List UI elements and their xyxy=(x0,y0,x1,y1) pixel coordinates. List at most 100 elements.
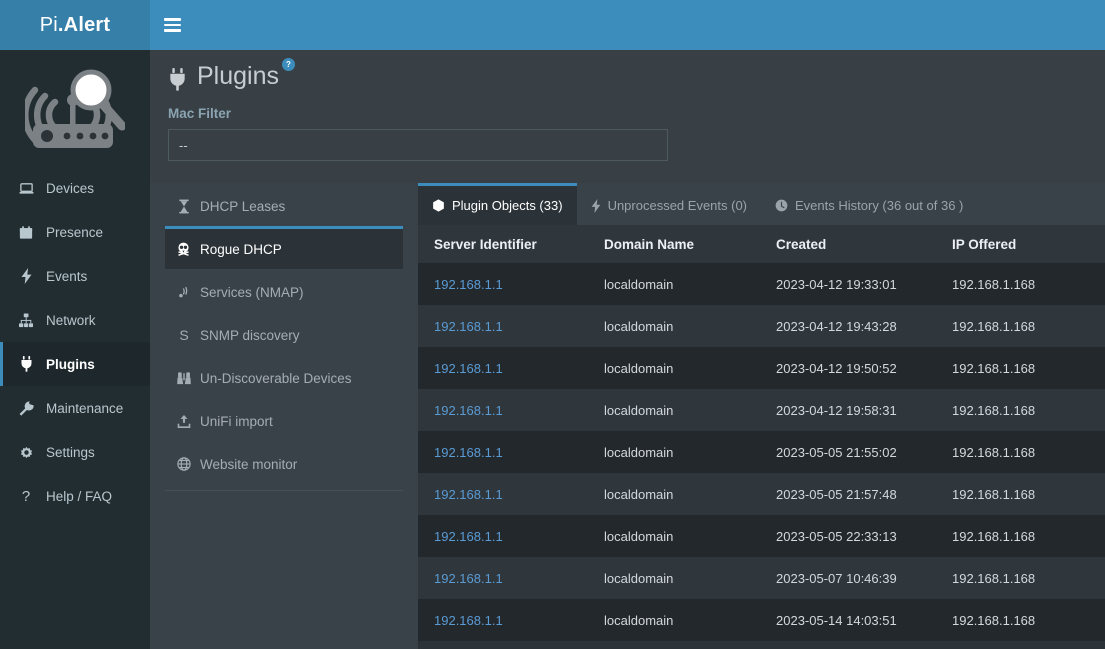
sitemap-icon xyxy=(17,313,35,328)
table-row[interactable]: 192.168.1.1 localdomain 2023-05-14 14:03… xyxy=(418,599,1105,641)
table-row[interactable]: 192.168.1.1 localdomain 2023-04-12 19:33… xyxy=(418,263,1105,305)
table-row[interactable]: 192.168.1.1 localdomain 2023-04-12 19:43… xyxy=(418,305,1105,347)
table-row[interactable]: 192.168.1.1 localdomain 2023-05-05 21:55… xyxy=(418,431,1105,473)
plugin-item-snmp-discovery[interactable]: S SNMP discovery xyxy=(165,312,403,355)
plugin-item-services-nmap[interactable]: Services (NMAP) xyxy=(165,269,403,312)
mac-filter-select[interactable]: -- xyxy=(168,129,668,161)
cell-created: 2023-05-05 21:57:48 xyxy=(760,473,936,515)
sidebar-item-label: Settings xyxy=(46,445,95,460)
column-header-server-identifier[interactable]: Server Identifier xyxy=(418,225,588,263)
tab-plugin-objects[interactable]: Plugin Objects (33) xyxy=(418,183,577,225)
gear-icon xyxy=(17,445,35,460)
sidebar: Devices Presence Events xyxy=(0,50,150,649)
table-scroll-area: Server Identifier Domain Name Created IP… xyxy=(418,225,1105,649)
body-row: Devices Presence Events xyxy=(0,50,1105,649)
cell-server-identifier[interactable]: 192.168.1.1 xyxy=(418,305,588,347)
plugin-item-un-discoverable-devices[interactable]: Un-Discoverable Devices xyxy=(165,355,403,398)
mac-filter-value: -- xyxy=(179,138,188,153)
cell-server-identifier[interactable]: 192.168.1.1 xyxy=(418,389,588,431)
cell-server-identifier[interactable]: 192.168.1.1 xyxy=(418,263,588,305)
page-header: Plugins ? xyxy=(150,50,1105,106)
plugin-item-rogue-dhcp[interactable]: Rogue DHCP xyxy=(165,226,403,269)
table-row[interactable]: 192.168.1.1 localdomain 2023-04-12 19:50… xyxy=(418,347,1105,389)
s-letter-icon: S xyxy=(175,327,192,343)
calendar-icon xyxy=(17,225,35,240)
panels-row: DHCP Leases Rogue DHCP Services (NMAP) xyxy=(150,183,1105,649)
cell-server-identifier[interactable]: 192.168.1.1 xyxy=(418,347,588,389)
cell-ip-offered: 192.168.1.168 xyxy=(936,305,1105,347)
cube-icon xyxy=(432,199,445,212)
cell-server-identifier[interactable]: 192.168.1.1 xyxy=(418,557,588,599)
sidebar-item-label: Devices xyxy=(46,181,94,196)
cell-domain-name: localdomain xyxy=(588,263,760,305)
binoculars-icon xyxy=(175,371,192,386)
laptop-icon xyxy=(17,181,35,196)
plugin-objects-table: Server Identifier Domain Name Created IP… xyxy=(418,225,1105,641)
mac-filter-group: Mac Filter -- xyxy=(150,106,1105,161)
table-row[interactable]: 192.168.1.1 localdomain 2023-05-07 10:46… xyxy=(418,557,1105,599)
table-row[interactable]: 192.168.1.1 localdomain 2023-05-05 22:33… xyxy=(418,515,1105,557)
cell-domain-name: localdomain xyxy=(588,599,760,641)
plugin-item-label: UniFi import xyxy=(200,414,273,429)
hamburger-menu-icon[interactable] xyxy=(150,0,194,50)
column-header-ip-offered[interactable]: IP Offered xyxy=(936,225,1105,263)
broadcast-icon xyxy=(175,285,192,300)
cell-server-identifier[interactable]: 192.168.1.1 xyxy=(418,431,588,473)
sidebar-item-maintenance[interactable]: Maintenance xyxy=(0,386,150,430)
plugin-item-dhcp-leases[interactable]: DHCP Leases xyxy=(165,183,403,226)
cell-server-identifier[interactable]: 192.168.1.1 xyxy=(418,515,588,557)
bolt-icon xyxy=(591,199,601,213)
sidebar-item-events[interactable]: Events xyxy=(0,254,150,298)
sidebar-item-label: Presence xyxy=(46,225,103,240)
column-header-created[interactable]: Created xyxy=(760,225,936,263)
cell-ip-offered: 192.168.1.168 xyxy=(936,431,1105,473)
plugin-item-label: SNMP discovery xyxy=(200,328,300,343)
sidebar-item-label: Plugins xyxy=(46,357,95,372)
plugin-item-label: Rogue DHCP xyxy=(200,242,282,257)
brand-prefix: Pi xyxy=(40,14,58,37)
tab-events-history[interactable]: Events History (36 out of 36 ) xyxy=(761,183,977,225)
sidebar-item-label: Events xyxy=(46,269,87,284)
cell-domain-name: localdomain xyxy=(588,305,760,347)
upload-icon xyxy=(175,414,192,429)
sidebar-item-label: Help / FAQ xyxy=(46,489,112,504)
plugin-item-label: Un-Discoverable Devices xyxy=(200,371,352,386)
plugin-list-divider xyxy=(165,490,403,491)
sidebar-item-network[interactable]: Network xyxy=(0,298,150,342)
tab-unprocessed-events[interactable]: Unprocessed Events (0) xyxy=(577,183,761,225)
cell-domain-name: localdomain xyxy=(588,473,760,515)
cell-domain-name: localdomain xyxy=(588,347,760,389)
cell-ip-offered: 192.168.1.168 xyxy=(936,389,1105,431)
sidebar-item-plugins[interactable]: Plugins xyxy=(0,342,150,386)
router-magnifier-logo-icon xyxy=(0,50,150,166)
sidebar-item-settings[interactable]: Settings xyxy=(0,430,150,474)
brand-logo[interactable]: Pi.Alert xyxy=(0,0,150,50)
table-body: 192.168.1.1 localdomain 2023-04-12 19:33… xyxy=(418,263,1105,641)
cell-created: 2023-05-07 10:46:39 xyxy=(760,557,936,599)
skull-icon xyxy=(175,242,192,257)
help-badge-icon[interactable]: ? xyxy=(282,58,295,71)
cell-ip-offered: 192.168.1.168 xyxy=(936,599,1105,641)
cell-created: 2023-05-14 14:03:51 xyxy=(760,599,936,641)
column-header-domain-name[interactable]: Domain Name xyxy=(588,225,760,263)
table-row[interactable]: 192.168.1.1 localdomain 2023-05-05 21:57… xyxy=(418,473,1105,515)
table-row[interactable]: 192.168.1.1 localdomain 2023-04-12 19:58… xyxy=(418,389,1105,431)
cell-domain-name: localdomain xyxy=(588,557,760,599)
sidebar-item-presence[interactable]: Presence xyxy=(0,210,150,254)
plugin-detail-panel: Plugin Objects (33) Unprocessed Events (… xyxy=(418,183,1105,649)
plugin-item-label: Services (NMAP) xyxy=(200,285,304,300)
plug-icon xyxy=(17,356,35,372)
cell-server-identifier[interactable]: 192.168.1.1 xyxy=(418,473,588,515)
tab-label: Events History (36 out of 36 ) xyxy=(795,198,963,213)
sidebar-item-help-faq[interactable]: ? Help / FAQ xyxy=(0,474,150,518)
sidebar-item-label: Network xyxy=(46,313,96,328)
sidebar-item-devices[interactable]: Devices xyxy=(0,166,150,210)
plugin-item-website-monitor[interactable]: Website monitor xyxy=(165,441,403,484)
plugin-item-unifi-import[interactable]: UniFi import xyxy=(165,398,403,441)
tab-label: Unprocessed Events (0) xyxy=(608,198,747,213)
svg-text:?: ? xyxy=(22,488,30,504)
mac-filter-label: Mac Filter xyxy=(168,106,1105,121)
cell-server-identifier[interactable]: 192.168.1.1 xyxy=(418,599,588,641)
clock-icon xyxy=(775,199,788,212)
plugin-list-panel: DHCP Leases Rogue DHCP Services (NMAP) xyxy=(150,183,418,649)
